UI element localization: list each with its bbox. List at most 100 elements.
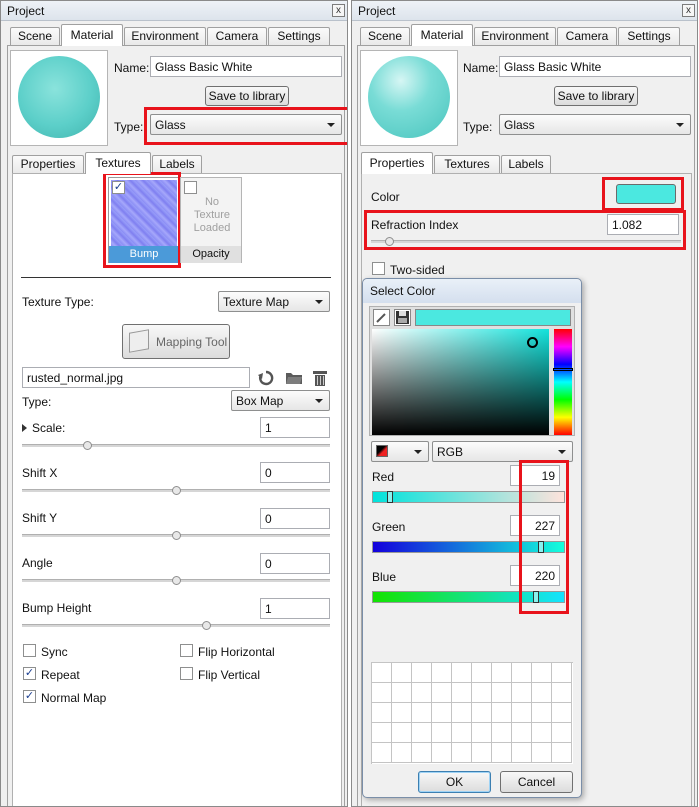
flip-vertical-checkbox[interactable]: [180, 667, 193, 680]
repeat-checkbox[interactable]: ✓: [23, 667, 36, 680]
custom-color-cell[interactable]: [552, 703, 572, 723]
shift-y-slider-thumb[interactable]: [172, 531, 181, 540]
custom-color-cell[interactable]: [472, 743, 492, 763]
custom-color-cell[interactable]: [372, 723, 392, 743]
custom-color-cell[interactable]: [412, 683, 432, 703]
custom-color-cell[interactable]: [452, 683, 472, 703]
sync-checkbox[interactable]: [23, 644, 36, 657]
custom-color-cell[interactable]: [512, 683, 532, 703]
right-close-icon[interactable]: x: [682, 4, 695, 17]
right-subtab-textures[interactable]: Textures: [434, 155, 500, 174]
custom-color-cell[interactable]: [372, 743, 392, 763]
map-type-select[interactable]: Box Map: [231, 390, 330, 411]
angle-field[interactable]: 0: [260, 553, 330, 574]
custom-color-cell[interactable]: [392, 683, 412, 703]
color-mode-select[interactable]: RGB: [432, 441, 573, 462]
scale-slider-track[interactable]: [22, 444, 330, 447]
opacity-slot[interactable]: No Texture Loaded Opacity: [180, 177, 242, 263]
right-tab-camera[interactable]: Camera: [557, 27, 617, 46]
reload-icon[interactable]: [258, 370, 274, 386]
custom-color-cell[interactable]: [452, 663, 472, 683]
tab-environment[interactable]: Environment: [124, 27, 206, 46]
right-subtab-properties[interactable]: Properties: [361, 152, 433, 174]
custom-color-cell[interactable]: [552, 723, 572, 743]
custom-color-cell[interactable]: [492, 703, 512, 723]
tab-material[interactable]: Material: [61, 24, 123, 46]
angle-slider-thumb[interactable]: [172, 576, 181, 585]
scale-label[interactable]: Scale:: [22, 421, 65, 435]
custom-color-cell[interactable]: [532, 663, 552, 683]
custom-color-cell[interactable]: [452, 723, 472, 743]
scale-field[interactable]: 1: [260, 417, 330, 438]
custom-color-cell[interactable]: [412, 723, 432, 743]
custom-color-cell[interactable]: [552, 683, 572, 703]
save-to-library-button[interactable]: Save to library: [205, 86, 289, 106]
custom-color-cell[interactable]: [472, 683, 492, 703]
custom-color-cell[interactable]: [432, 743, 452, 763]
custom-color-cell[interactable]: [392, 663, 412, 683]
right-tab-environment[interactable]: Environment: [474, 27, 556, 46]
custom-color-cell[interactable]: [472, 723, 492, 743]
custom-color-cell[interactable]: [512, 703, 532, 723]
normal-map-checkbox[interactable]: ✓: [23, 690, 36, 703]
right-type-select[interactable]: Glass: [499, 114, 691, 135]
custom-color-cell[interactable]: [412, 743, 432, 763]
save-color-icon[interactable]: [394, 309, 411, 326]
hue-marker[interactable]: [553, 368, 573, 371]
texture-type-select[interactable]: Texture Map: [218, 291, 330, 312]
mapping-tool-button[interactable]: Mapping Tool: [122, 324, 230, 359]
custom-color-cell[interactable]: [492, 683, 512, 703]
custom-color-cell[interactable]: [492, 743, 512, 763]
eyedropper-icon[interactable]: [373, 309, 390, 326]
custom-color-cell[interactable]: [452, 703, 472, 723]
bump-height-slider-track[interactable]: [22, 624, 330, 627]
right-tab-settings[interactable]: Settings: [618, 27, 680, 46]
custom-color-cell[interactable]: [512, 663, 532, 683]
scale-slider-thumb[interactable]: [83, 441, 92, 450]
bump-height-slider-thumb[interactable]: [202, 621, 211, 630]
tab-camera[interactable]: Camera: [207, 27, 267, 46]
custom-color-cell[interactable]: [372, 663, 392, 683]
shift-x-field[interactable]: 0: [260, 462, 330, 483]
custom-color-cell[interactable]: [552, 743, 572, 763]
custom-color-cell[interactable]: [392, 703, 412, 723]
two-sided-checkbox[interactable]: [372, 262, 385, 275]
flip-horizontal-checkbox[interactable]: [180, 644, 193, 657]
subtab-properties[interactable]: Properties: [12, 155, 84, 174]
tab-scene[interactable]: Scene: [10, 27, 60, 46]
custom-color-cell[interactable]: [552, 663, 572, 683]
subtab-textures[interactable]: Textures: [85, 152, 151, 174]
custom-color-cell[interactable]: [492, 723, 512, 743]
custom-color-cell[interactable]: [492, 663, 512, 683]
right-name-field[interactable]: Glass Basic White: [499, 56, 691, 77]
red-slider-handle[interactable]: [387, 491, 393, 503]
custom-color-cell[interactable]: [432, 683, 452, 703]
name-field[interactable]: Glass Basic White: [150, 56, 342, 77]
right-tab-scene[interactable]: Scene: [360, 27, 410, 46]
cancel-button[interactable]: Cancel: [500, 771, 573, 793]
right-subtab-labels[interactable]: Labels: [501, 155, 551, 174]
saturation-value-field[interactable]: [372, 329, 549, 435]
custom-color-cell[interactable]: [392, 723, 412, 743]
palette-select[interactable]: [371, 441, 429, 462]
folder-icon[interactable]: [285, 370, 303, 386]
hue-strip[interactable]: [554, 329, 572, 435]
custom-color-cell[interactable]: [372, 703, 392, 723]
shift-x-slider-thumb[interactable]: [172, 486, 181, 495]
custom-color-cell[interactable]: [432, 663, 452, 683]
custom-color-cell[interactable]: [452, 743, 472, 763]
left-close-icon[interactable]: x: [332, 4, 345, 17]
shift-y-field[interactable]: 0: [260, 508, 330, 529]
custom-color-cell[interactable]: [472, 663, 492, 683]
custom-color-cell[interactable]: [512, 743, 532, 763]
file-name-field[interactable]: rusted_normal.jpg: [22, 367, 250, 388]
custom-color-cell[interactable]: [432, 723, 452, 743]
custom-color-cell[interactable]: [472, 703, 492, 723]
right-save-to-library-button[interactable]: Save to library: [554, 86, 638, 106]
ok-button[interactable]: OK: [418, 771, 491, 793]
custom-color-cell[interactable]: [372, 683, 392, 703]
custom-color-cell[interactable]: [412, 703, 432, 723]
bump-height-field[interactable]: 1: [260, 598, 330, 619]
custom-color-cell[interactable]: [532, 723, 552, 743]
right-tab-material[interactable]: Material: [411, 24, 473, 46]
